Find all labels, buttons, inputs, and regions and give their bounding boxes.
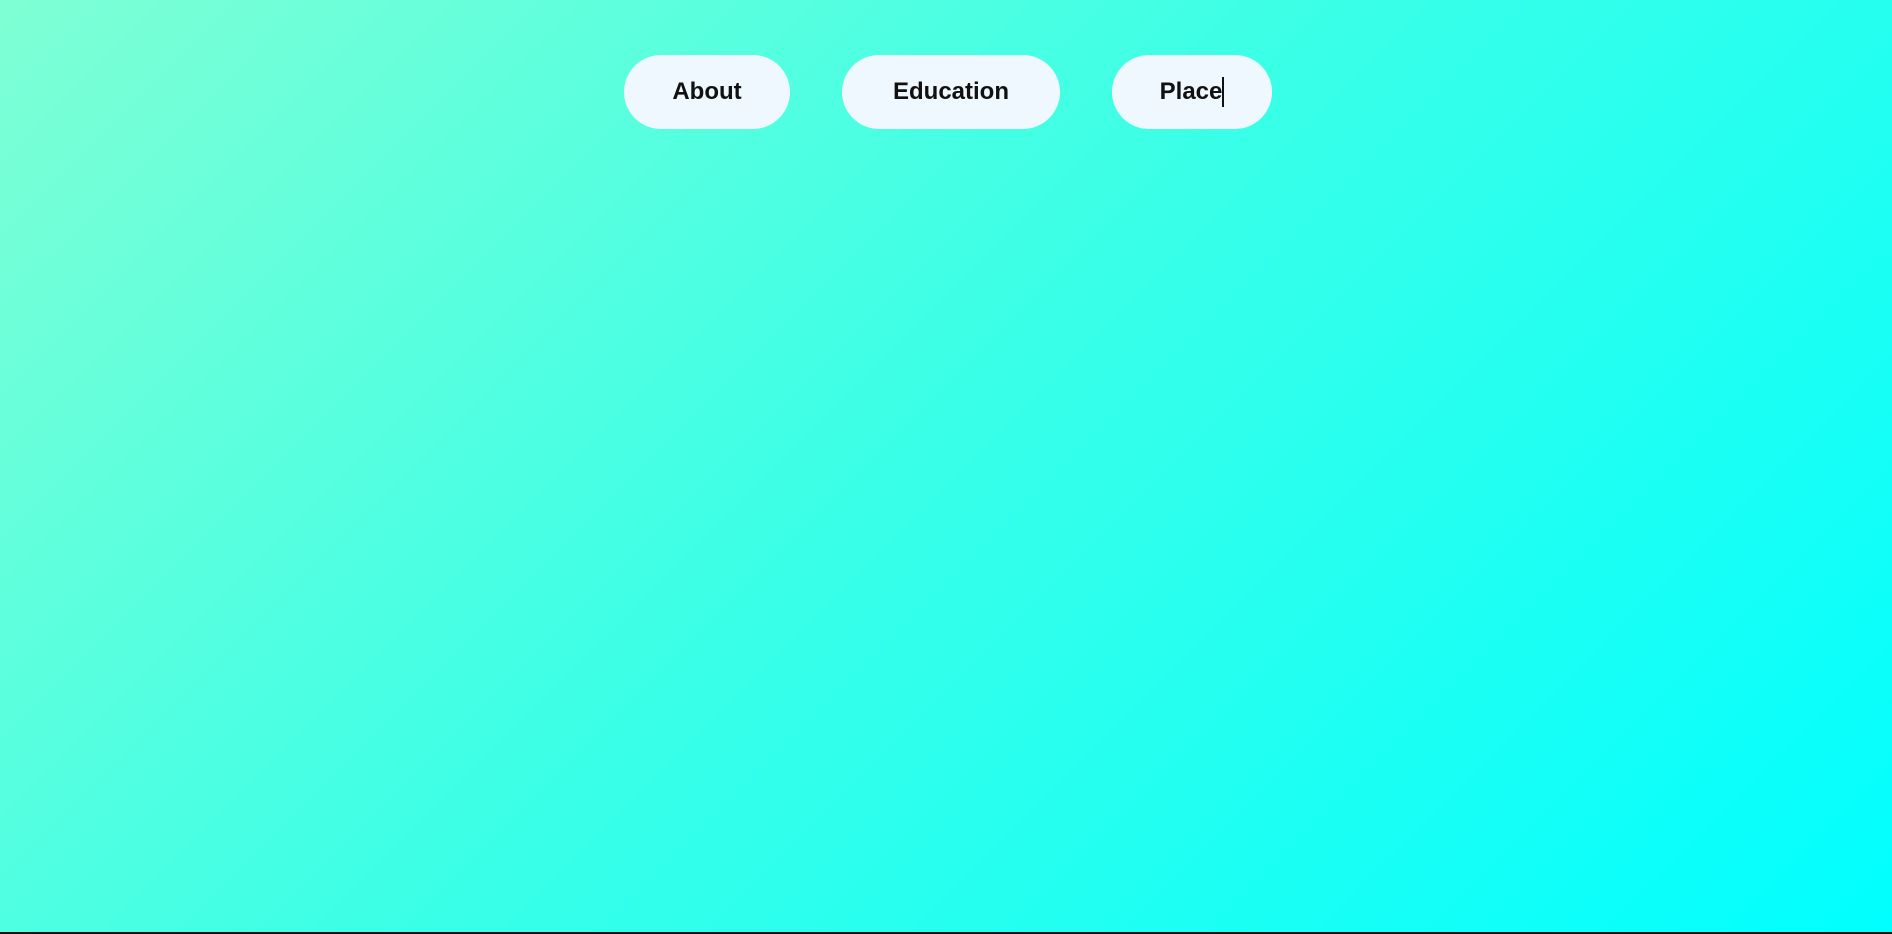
- text-cursor: [1222, 77, 1225, 107]
- page-background: About Education Place: [0, 0, 1892, 934]
- nav-button-about-label: About: [672, 78, 742, 105]
- nav-button-place-label: Place: [1159, 78, 1223, 105]
- nav-button-about[interactable]: About: [624, 55, 790, 129]
- nav-button-place[interactable]: Place: [1112, 55, 1272, 129]
- nav-button-place-content: Place: [1160, 77, 1225, 107]
- top-navigation: About Education Place: [624, 55, 1272, 129]
- nav-button-education[interactable]: Education: [842, 55, 1060, 129]
- nav-button-education-label: Education: [892, 78, 1009, 105]
